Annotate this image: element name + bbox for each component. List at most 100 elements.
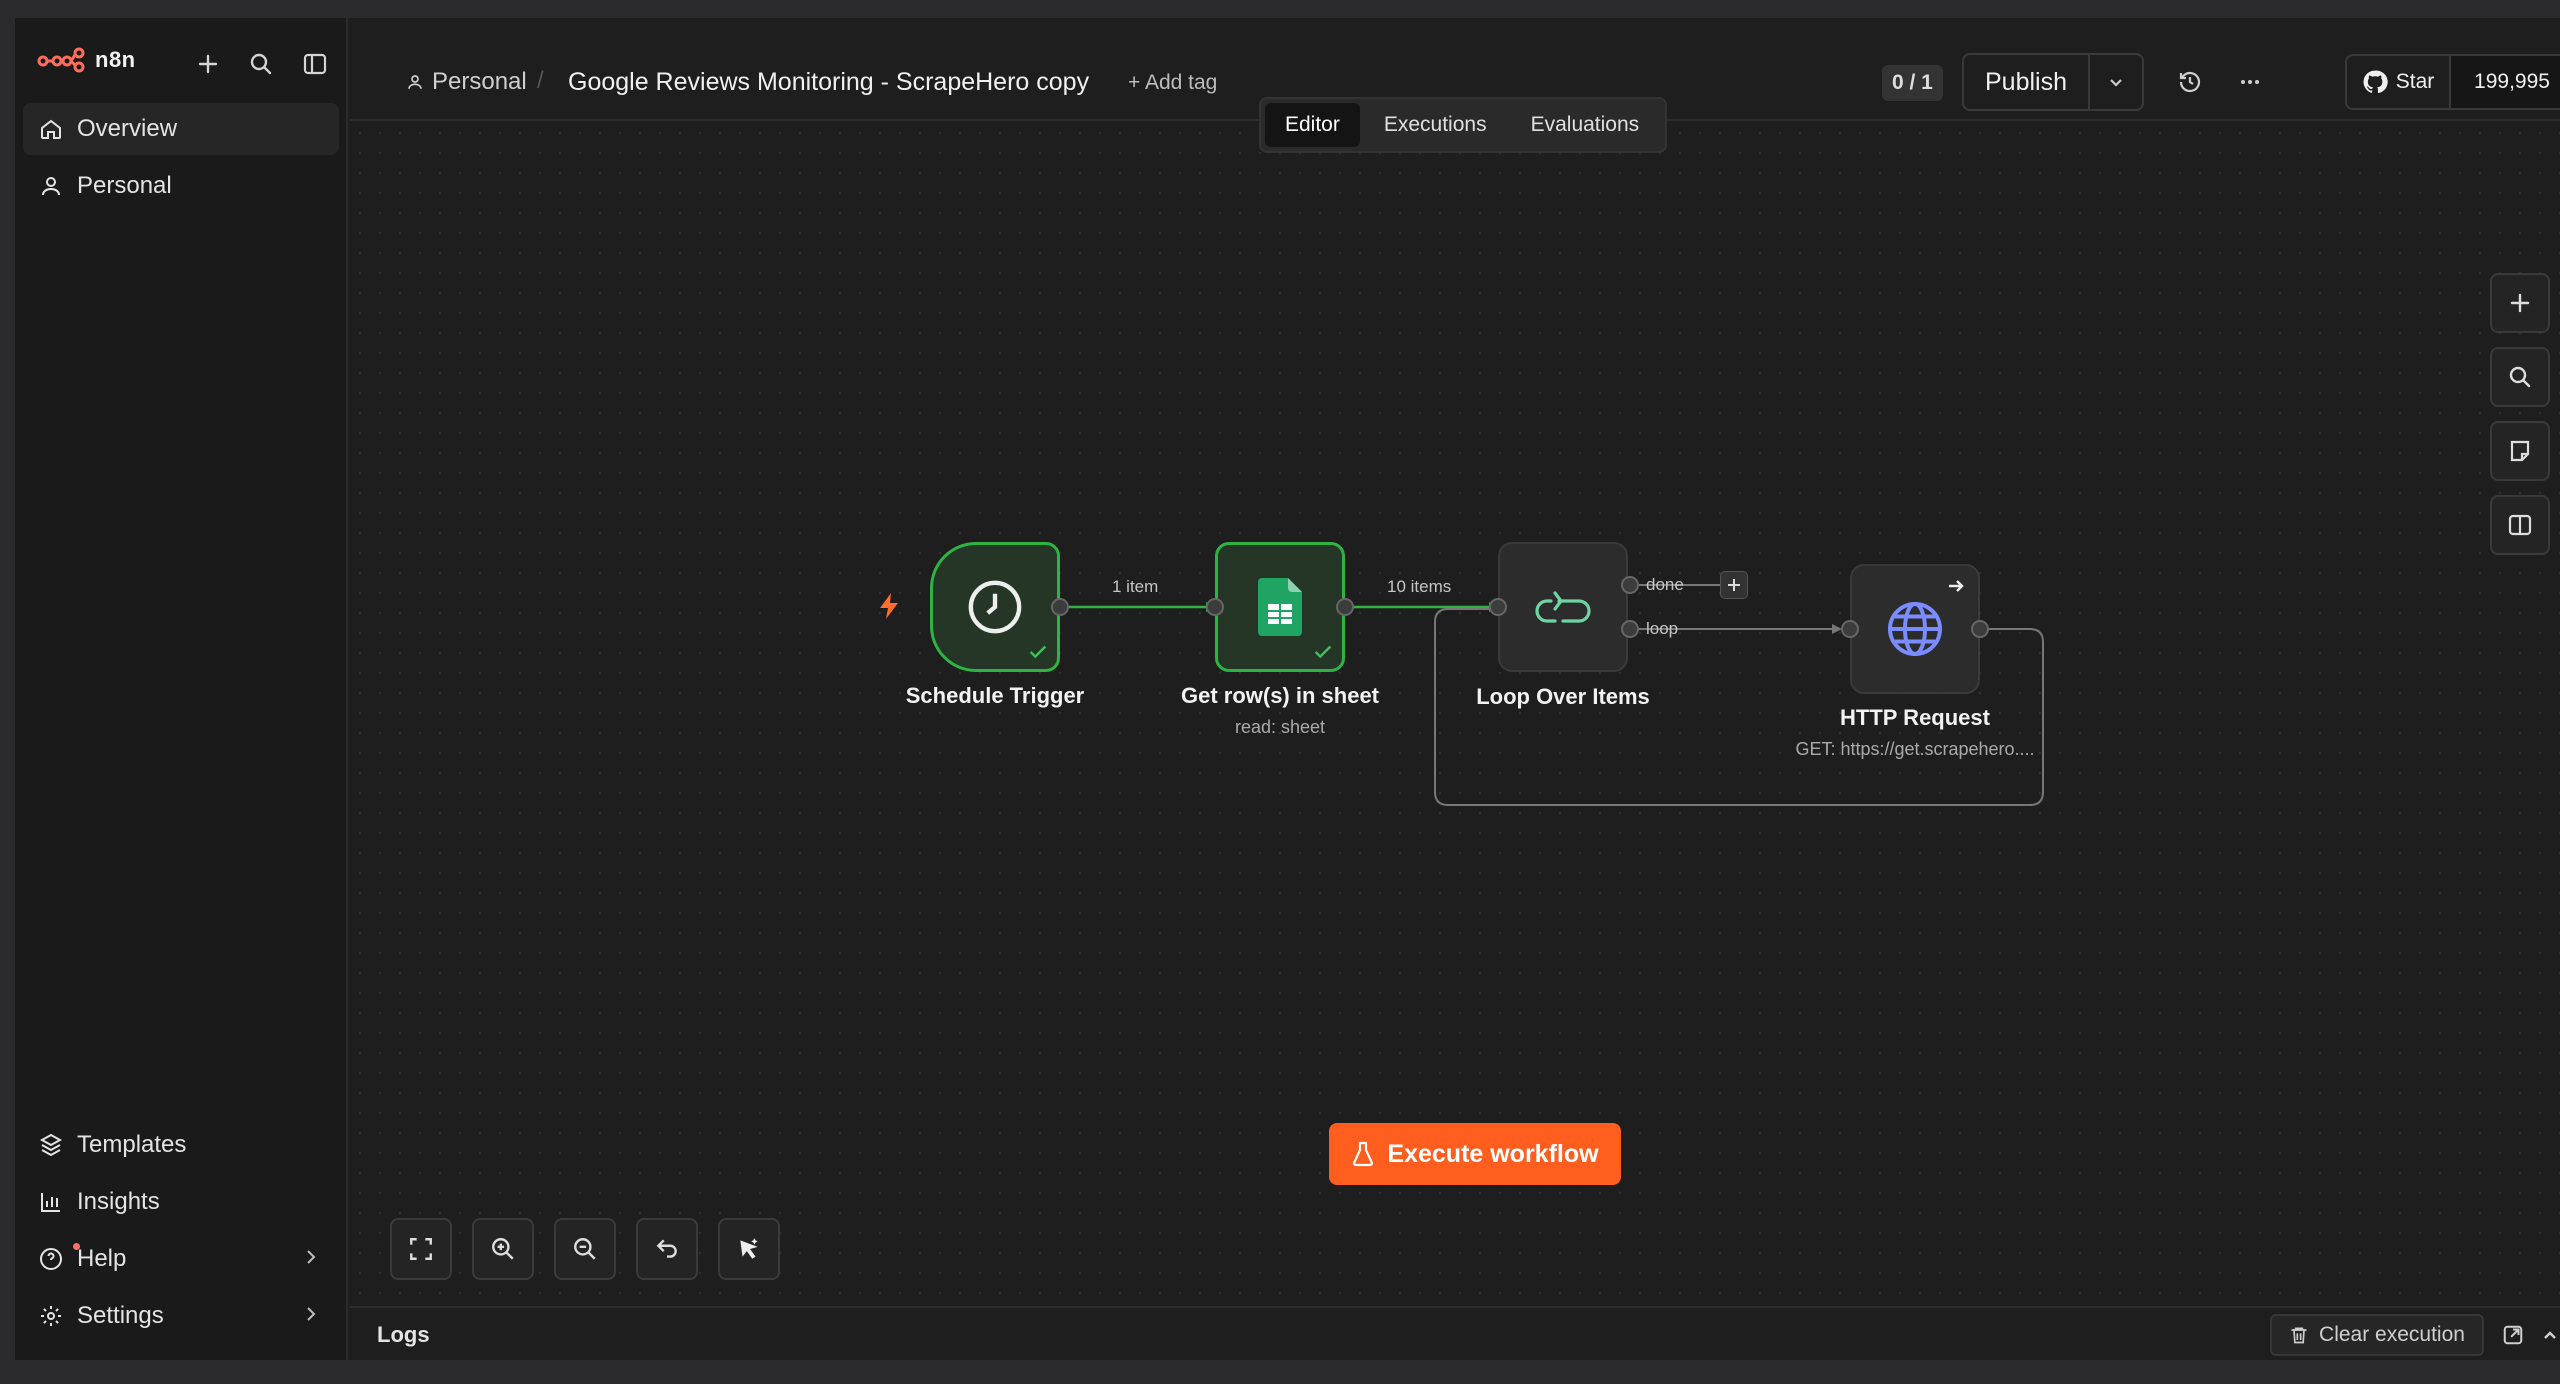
github-icon bbox=[2363, 70, 2388, 94]
tidy-up-button[interactable] bbox=[718, 1218, 780, 1280]
sidebar-item-label: Help bbox=[77, 1245, 127, 1272]
chart-icon bbox=[41, 1193, 60, 1212]
help-icon bbox=[40, 1248, 62, 1270]
panel-toggle-icon[interactable] bbox=[300, 49, 330, 79]
sidebar-item-templates[interactable]: Templates bbox=[23, 1119, 339, 1171]
n8n-logo-icon bbox=[37, 47, 85, 73]
tab-evaluations[interactable]: Evaluations bbox=[1511, 103, 1660, 147]
add-tag-button[interactable]: + Add tag bbox=[1128, 71, 1217, 95]
github-star-widget[interactable]: Star 199,995 bbox=[2345, 54, 2560, 110]
logs-panel[interactable]: Logs Clear execution bbox=[350, 1306, 2560, 1360]
zoom-out-button[interactable] bbox=[554, 1218, 616, 1280]
trash-icon bbox=[2291, 1327, 2307, 1344]
search-icon[interactable] bbox=[246, 49, 276, 79]
n8n-logo[interactable]: n8n bbox=[37, 47, 136, 73]
plus-icon[interactable] bbox=[193, 49, 223, 79]
add-node-after-done-button[interactable] bbox=[1720, 571, 1748, 599]
tab-editor[interactable]: Editor bbox=[1265, 103, 1360, 147]
logs-title: Logs bbox=[377, 1322, 430, 1347]
toggle-panel-button[interactable] bbox=[2490, 495, 2550, 555]
check-icon bbox=[1029, 645, 1047, 659]
chevron-up-icon[interactable] bbox=[2535, 1320, 2560, 1350]
execute-workflow-button[interactable]: Execute workflow bbox=[1329, 1123, 1621, 1185]
google-sheets-icon bbox=[1258, 578, 1302, 636]
search-icon bbox=[2509, 366, 2531, 388]
publish-button[interactable]: Publish bbox=[1964, 55, 2090, 109]
more-options-icon[interactable] bbox=[2233, 65, 2267, 99]
breadcrumb-project[interactable]: Personal bbox=[406, 68, 527, 96]
edge-label-done: done bbox=[1646, 575, 1684, 594]
sidebar-item-label: Insights bbox=[77, 1188, 160, 1215]
trigger-bolt-icon bbox=[880, 593, 898, 619]
globe-icon bbox=[1888, 602, 1942, 656]
sidebar-item-label: Templates bbox=[77, 1131, 187, 1158]
undo-icon bbox=[656, 1239, 677, 1258]
brand-name: n8n bbox=[95, 47, 136, 72]
node-loop-over-items[interactable] bbox=[1498, 542, 1628, 672]
sidebar-item-insights[interactable]: Insights bbox=[23, 1176, 339, 1228]
node-label: HTTP Request bbox=[1840, 705, 1990, 730]
edge-label-loop: loop bbox=[1646, 619, 1679, 638]
github-star-label: Star bbox=[2395, 70, 2435, 93]
history-icon[interactable] bbox=[2173, 65, 2207, 99]
check-icon bbox=[1314, 645, 1332, 659]
node-get-rows-in-sheet[interactable] bbox=[1215, 542, 1345, 672]
edge-label-1-item: 1 item bbox=[1112, 577, 1159, 596]
canvas-bottom-toolbar bbox=[390, 1218, 780, 1280]
panel-toggle-icon bbox=[2508, 514, 2532, 536]
flask-icon bbox=[1353, 1141, 1374, 1167]
sidebar: n8n Overview Personal Templates Insights bbox=[15, 15, 348, 1360]
plus-icon bbox=[1728, 579, 1740, 591]
sidebar-item-overview[interactable]: Overview bbox=[23, 103, 339, 155]
sidebar-item-settings[interactable]: Settings bbox=[23, 1290, 339, 1342]
chevron-right-icon bbox=[307, 1250, 316, 1264]
output-handle-done[interactable] bbox=[1621, 576, 1639, 594]
input-handle[interactable] bbox=[1206, 598, 1224, 616]
sidebar-item-label: Overview bbox=[77, 115, 178, 142]
fit-view-button[interactable] bbox=[390, 1218, 452, 1280]
output-handle[interactable] bbox=[1336, 598, 1354, 616]
output-handle[interactable] bbox=[1051, 598, 1069, 616]
input-handle[interactable] bbox=[1841, 620, 1859, 638]
output-handle[interactable] bbox=[1971, 620, 1989, 638]
view-tabs: Editor Executions Evaluations bbox=[1259, 97, 1667, 153]
arrow-right-icon bbox=[1949, 580, 1964, 592]
output-handle-loop[interactable] bbox=[1621, 620, 1639, 638]
sticky-note-button[interactable] bbox=[2490, 421, 2550, 481]
node-subtitle: GET: https://get.scrapehero.... bbox=[1795, 739, 2035, 759]
gear-icon bbox=[41, 1306, 61, 1326]
fit-view-icon bbox=[410, 1238, 432, 1260]
canvas-right-toolbar bbox=[2490, 273, 2550, 555]
workflow-title[interactable]: Google Reviews Monitoring - ScrapeHero c… bbox=[568, 68, 1089, 97]
node-label: Schedule Trigger bbox=[905, 683, 1085, 708]
undo-button[interactable] bbox=[636, 1218, 698, 1280]
chevron-right-icon bbox=[307, 1307, 316, 1321]
github-star-button[interactable]: Star bbox=[2347, 56, 2451, 108]
sidebar-item-help[interactable]: Help bbox=[23, 1233, 339, 1285]
node-subtitle: read: sheet bbox=[1234, 717, 1326, 737]
execute-workflow-label: Execute workflow bbox=[1387, 1139, 1599, 1168]
zoom-in-icon bbox=[492, 1238, 514, 1260]
clear-execution-button[interactable]: Clear execution bbox=[2270, 1314, 2484, 1356]
search-nodes-button[interactable] bbox=[2490, 347, 2550, 407]
input-handle[interactable] bbox=[1489, 598, 1507, 616]
clear-execution-label: Clear execution bbox=[2319, 1323, 2465, 1346]
clock-icon bbox=[968, 580, 1022, 634]
add-node-button[interactable] bbox=[2490, 273, 2550, 333]
tab-executions[interactable]: Executions bbox=[1364, 103, 1507, 147]
sidebar-item-personal[interactable]: Personal bbox=[23, 160, 339, 212]
sidebar-item-label: Personal bbox=[77, 172, 172, 199]
chevron-down-icon bbox=[2110, 79, 2122, 87]
node-http-request[interactable] bbox=[1850, 564, 1980, 694]
notification-dot bbox=[73, 1243, 80, 1250]
project-name: Personal bbox=[432, 68, 527, 95]
app-window: n8n Overview Personal Templates Insights bbox=[15, 15, 2560, 1360]
publish-dropdown[interactable] bbox=[2090, 55, 2142, 109]
pop-out-logs-icon[interactable] bbox=[2498, 1320, 2528, 1350]
zoom-in-button[interactable] bbox=[472, 1218, 534, 1280]
zoom-out-icon bbox=[574, 1238, 596, 1260]
user-icon bbox=[408, 75, 422, 89]
workflow-count-badge: 0 / 1 bbox=[1882, 65, 1943, 101]
node-schedule-trigger[interactable] bbox=[930, 542, 1060, 672]
user-icon bbox=[42, 177, 60, 196]
